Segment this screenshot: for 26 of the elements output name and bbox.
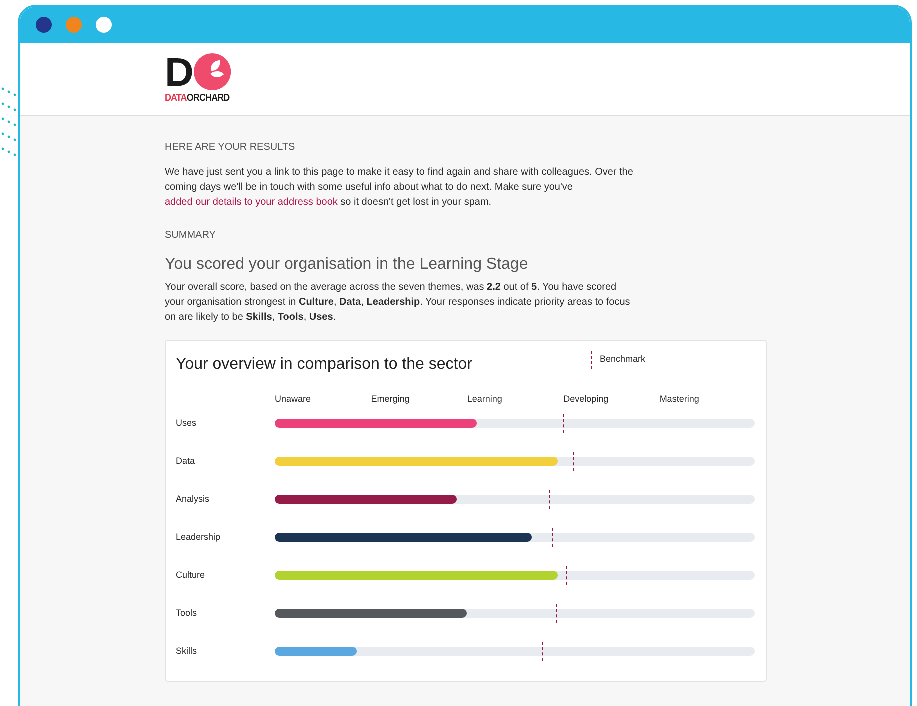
theme-label: Skills [176,644,198,658]
theme-label: Leadership [176,530,222,544]
stage-label: Mastering [660,393,700,406]
stage-label: Learning [467,393,504,406]
legend-label: Benchmark [600,353,646,366]
results-paragraph: We have just sent you a link to this page to make it easy to find again and share with colleagues. Over the coming days we'll be in touch with some useful info about what to do next. Make sure you've added our details to your address book so it doesn't get lost in your spam. [165,166,634,210]
logo[interactable]: D DATAORCHARD [165,51,231,105]
section-heading: HERE ARE YOUR RESULTS [165,141,296,155]
card-title: Your overview in comparison to the sector [176,355,474,375]
theme-label: Analysis [176,492,211,506]
address-book-link[interactable]: added our details to your address book [165,197,338,208]
logo-word: DATA [165,93,187,105]
theme-label: Data [176,454,196,468]
stage-label: Emerging [371,393,411,406]
leaf-circle-icon [194,51,231,93]
theme-label: Culture [176,568,206,582]
logo-word: ORCHARD [186,93,230,105]
theme-label: Uses [176,416,198,430]
stage-label: Developing [564,393,610,406]
stage-label: Unaware [275,393,312,406]
section-heading: SUMMARY [165,229,217,243]
summary-paragraph: Your overall score, based on the average across the seven themes, was 2.2 out of 5. You have scored your organisation strongest in Culture, Data, Leadership. Your responses indicate priority areas to focus on are likely to be Skills, Tools, Uses. [165,281,632,325]
benchmark-legend-marker [591,351,592,369]
summary-title: You scored your organisation in the Learning Stage [165,255,530,275]
theme-label: Tools [176,606,198,620]
logo-letter: D [165,53,194,93]
